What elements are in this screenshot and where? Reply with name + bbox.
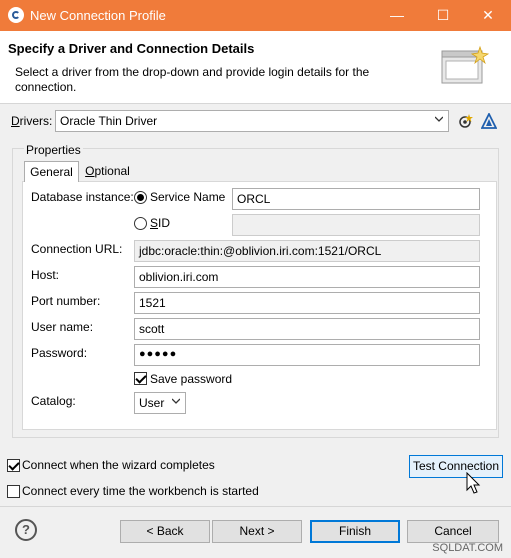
database-instance-label: Database instance: <box>31 190 134 204</box>
password-label: Password: <box>31 346 88 360</box>
service-name-label: Service Name <box>150 190 226 204</box>
drivers-value: Oracle Thin Driver <box>60 114 158 128</box>
app-icon <box>8 7 24 23</box>
finish-button[interactable]: Finish <box>310 520 400 543</box>
sid-radio[interactable] <box>134 217 147 230</box>
connection-url-label: Connection URL: <box>31 242 123 256</box>
connect-when-completes-label: Connect when the wizard completes <box>22 458 215 472</box>
port-number-label: Port number: <box>31 294 101 308</box>
mouse-cursor-icon <box>466 472 481 494</box>
next-button[interactable]: Next > <box>212 520 302 543</box>
service-name-field[interactable]: ORCL <box>232 188 480 210</box>
wizard-header: Specify a Driver and Connection Details … <box>0 31 511 104</box>
minimize-button[interactable]: — <box>374 0 420 31</box>
chevron-down-icon <box>172 398 180 404</box>
footer-divider <box>0 506 511 507</box>
tab-optional[interactable]: Optional <box>80 161 135 181</box>
catalog-label: Catalog: <box>31 394 76 408</box>
title-bar: New Connection Profile — ☐ ✕ <box>0 0 511 31</box>
connect-every-time-label: Connect every time the workbench is star… <box>22 484 259 498</box>
save-password-checkbox[interactable] <box>134 372 147 385</box>
sid-label: SID <box>150 216 171 230</box>
back-button[interactable]: < Back <box>120 520 210 543</box>
cancel-button[interactable]: Cancel <box>407 520 499 543</box>
watermark: SQLDAT.COM <box>432 542 503 554</box>
wizard-banner-icon <box>441 45 490 84</box>
properties-group-label: Properties <box>24 143 83 157</box>
user-name-field[interactable]: scott <box>134 318 480 340</box>
drivers-dropdown[interactable]: Oracle Thin Driver <box>55 110 449 132</box>
user-name-label: User name: <box>31 320 94 334</box>
sid-field[interactable] <box>232 214 480 236</box>
close-button[interactable]: ✕ <box>465 0 511 31</box>
connect-when-completes-checkbox[interactable] <box>7 459 20 472</box>
catalog-dropdown[interactable]: User <box>134 392 186 414</box>
help-icon[interactable]: ? <box>15 519 37 541</box>
new-driver-icon[interactable] <box>458 113 474 129</box>
save-password-label: Save password <box>150 372 233 386</box>
tab-general[interactable]: General <box>24 161 79 182</box>
connection-url-field[interactable]: jdbc:oracle:thin:@oblivion.iri.com:1521/… <box>134 240 480 262</box>
page-description: Select a driver from the drop-down and p… <box>15 65 370 94</box>
connect-every-time-checkbox[interactable] <box>7 485 20 498</box>
maximize-button[interactable]: ☐ <box>420 0 466 31</box>
test-connection-button[interactable]: Test Connection <box>409 455 503 478</box>
chevron-down-icon <box>435 116 443 122</box>
window-title: New Connection Profile <box>30 8 166 23</box>
port-number-field[interactable]: 1521 <box>134 292 480 314</box>
drivers-label: Drivers: <box>11 114 53 128</box>
host-field[interactable]: oblivion.iri.com <box>134 266 480 288</box>
host-label: Host: <box>31 268 60 282</box>
password-field[interactable]: ●●●●● <box>134 344 480 366</box>
page-title: Specify a Driver and Connection Details <box>8 41 255 56</box>
edit-driver-icon[interactable] <box>481 113 497 129</box>
catalog-value: User <box>139 396 165 410</box>
service-name-radio[interactable] <box>134 191 147 204</box>
